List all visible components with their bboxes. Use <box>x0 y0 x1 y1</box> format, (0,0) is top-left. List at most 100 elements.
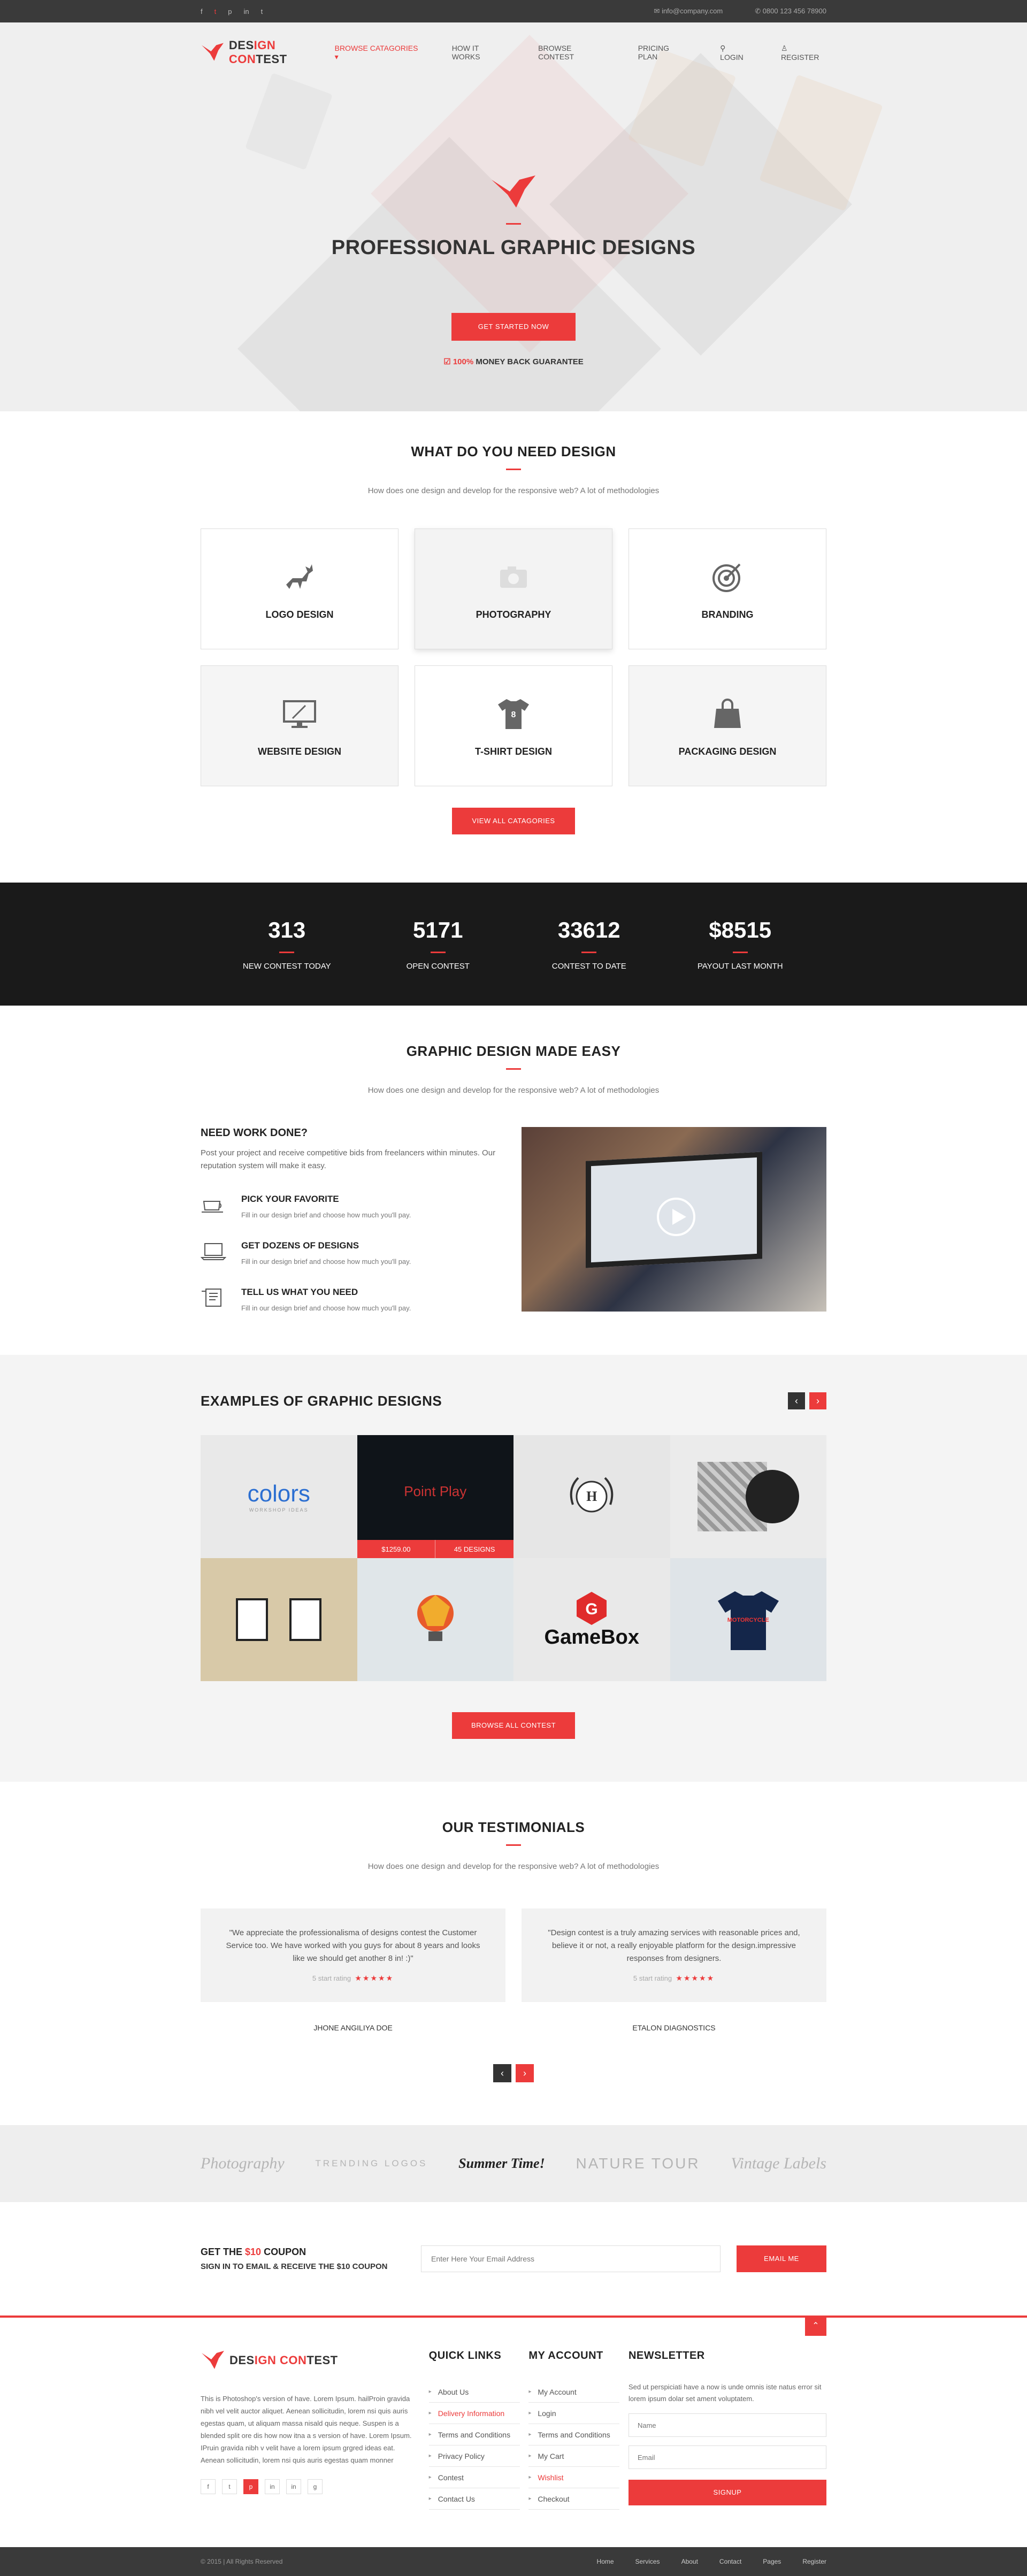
footer-link[interactable]: About Us <box>428 2381 520 2403</box>
example-info-bar: $1259.00 45 DESIGNS <box>357 1540 514 1558</box>
category-tshirt-design[interactable]: 8 T-SHIRT DESIGN <box>415 665 612 786</box>
footer-link[interactable]: Login <box>528 2403 620 2424</box>
newsletter-email-input[interactable] <box>628 2445 826 2469</box>
category-label: PACKAGING DESIGN <box>678 746 777 757</box>
pinterest-icon[interactable]: p <box>228 7 232 16</box>
site-logo[interactable]: DESIGN CONTEST <box>201 39 335 66</box>
bottom-link[interactable]: About <box>681 2558 698 2565</box>
testimonial-quote: "We appreciate the professionalisma of d… <box>226 1928 480 1963</box>
hero-divider <box>506 223 521 225</box>
example-colors[interactable]: colors WORKSHOP IDEAS <box>201 1435 357 1558</box>
twitter-icon[interactable]: t <box>222 2479 237 2494</box>
twitter-icon[interactable]: t <box>214 7 217 16</box>
example-title: MOTORCYCLE <box>727 1617 769 1623</box>
next-arrow-icon[interactable]: › <box>516 2064 534 2082</box>
footer-link[interactable]: Privacy Policy <box>428 2445 520 2467</box>
pinterest-icon[interactable]: p <box>243 2479 258 2494</box>
next-arrow-icon[interactable]: › <box>809 1392 826 1409</box>
hero-section: DESIGN CONTEST BROWSE CATAGORIES ▾ HOW I… <box>0 22 1027 411</box>
example-tshirt[interactable]: MOTORCYCLE <box>670 1558 826 1681</box>
top-bar: f t p in t ✉ info@company.com ✆ 0800 123… <box>0 0 1027 22</box>
partner-logo[interactable]: Summer Time! <box>458 2156 545 2172</box>
newsletter-name-input[interactable] <box>628 2413 826 2437</box>
example-designs-count: 45 DESIGNS <box>435 1540 514 1558</box>
footer-link[interactable]: Terms and Conditions <box>528 2424 620 2445</box>
coupon-section: GET THE $10 COUPON SIGN IN TO EMAIL & RE… <box>0 2202 1027 2316</box>
footer-link[interactable]: Terms and Conditions <box>428 2424 520 2445</box>
prev-arrow-icon[interactable]: ‹ <box>788 1392 805 1409</box>
example-vinyl[interactable] <box>670 1435 826 1558</box>
category-packaging-design[interactable]: PACKAGING DESIGN <box>629 665 826 786</box>
coupon-email-input[interactable] <box>421 2245 721 2272</box>
category-website-design[interactable]: WEBSITE DESIGN <box>201 665 398 786</box>
partner-logo[interactable]: TRENDING LOGOS <box>315 2158 427 2169</box>
partner-logo[interactable]: Photography <box>201 2155 285 2173</box>
testimonials-title: OUR TESTIMONIALS <box>442 1819 585 1835</box>
nav-browse-contest[interactable]: BROWSE CONTEST <box>538 44 607 62</box>
top-email-text[interactable]: info@company.com <box>662 7 723 15</box>
category-logo-design[interactable]: LOGO DESIGN <box>201 528 398 649</box>
tshirt-icon: 8 <box>498 699 529 729</box>
footer-link[interactable]: My Cart <box>528 2445 620 2467</box>
nav-login-label[interactable]: LOGIN <box>720 53 744 62</box>
stat-divider <box>430 952 446 953</box>
nav-register[interactable]: ♙ REGISTER <box>781 44 826 62</box>
bottom-link[interactable]: Contact <box>719 2558 741 2565</box>
bottom-link[interactable]: Services <box>635 2558 660 2565</box>
brand-part-a: DES <box>228 39 254 52</box>
bottom-link[interactable]: Register <box>802 2558 826 2565</box>
nav-register-label[interactable]: REGISTER <box>781 53 819 62</box>
nav-how-it-works[interactable]: HOW IT WORKS <box>452 44 507 62</box>
nav-pricing-plan[interactable]: PRICING PLAN <box>638 44 689 62</box>
bottom-link[interactable]: Home <box>597 2558 614 2565</box>
nav-login[interactable]: ⚲ LOGIN <box>720 44 750 62</box>
bottom-link[interactable]: Pages <box>763 2558 781 2565</box>
signup-button[interactable]: SIGNUP <box>628 2480 826 2505</box>
browse-all-contest-button[interactable]: BROWSE ALL CONTEST <box>452 1712 575 1739</box>
testimonial-quote: "Design contest is a truly amazing servi… <box>548 1928 800 1963</box>
category-branding[interactable]: BRANDING <box>629 528 826 649</box>
stat-label: NEW CONTEST TODAY <box>242 962 331 971</box>
example-point-play[interactable]: Point Play $1259.00 45 DESIGNS <box>357 1435 514 1558</box>
scroll-top-icon[interactable]: ⌃ <box>805 2316 826 2336</box>
category-label: LOGO DESIGN <box>265 609 334 620</box>
view-all-categories-button[interactable]: VIEW ALL CATAGORIES <box>452 808 575 834</box>
facebook-icon[interactable]: f <box>201 2479 216 2494</box>
google-plus-icon[interactable]: g <box>308 2479 323 2494</box>
prev-arrow-icon[interactable]: ‹ <box>493 2064 511 2082</box>
example-cups[interactable] <box>201 1558 357 1681</box>
example-gamebox[interactable]: G GameBox <box>514 1558 670 1681</box>
partner-logo[interactable]: Vintage Labels <box>731 2155 826 2173</box>
tumblr-icon[interactable]: t <box>261 7 263 16</box>
newsletter-title: NEWSLETTER <box>628 2350 705 2362</box>
camera-icon <box>500 566 527 588</box>
footer-link[interactable]: Contest <box>428 2467 520 2488</box>
design-made-easy-section: GRAPHIC DESIGN MADE EASY How does one de… <box>0 1006 1027 1355</box>
stat-number: 313 <box>268 917 306 942</box>
footer-link[interactable]: Contact Us <box>428 2488 520 2510</box>
footer-link[interactable]: Wishlist <box>528 2467 620 2488</box>
linkedin-icon[interactable]: in <box>243 7 249 16</box>
get-started-button[interactable]: GET STARTED NOW <box>451 313 576 341</box>
example-bulb[interactable] <box>357 1558 514 1681</box>
play-icon[interactable] <box>657 1198 695 1236</box>
linkedin-icon[interactable]: in <box>265 2479 280 2494</box>
instagram-icon[interactable]: in <box>286 2479 301 2494</box>
category-photography[interactable]: PHOTOGRAPHY <box>415 528 612 649</box>
partner-logo[interactable]: NATURE TOUR <box>576 2155 700 2172</box>
hero-bird-icon <box>492 175 535 208</box>
video-thumbnail[interactable] <box>522 1127 826 1312</box>
stat-label: CONTEST TO DATE <box>551 962 626 971</box>
email-me-button[interactable]: EMAIL ME <box>737 2245 826 2272</box>
footer-logo[interactable]: DESIGN CONTEST <box>201 2350 420 2371</box>
footer-link[interactable]: My Account <box>528 2381 620 2403</box>
example-crest[interactable]: H <box>514 1435 670 1558</box>
facebook-icon[interactable]: f <box>201 7 203 16</box>
top-email[interactable]: ✉ info@company.com <box>654 7 723 16</box>
nav-browse-categories[interactable]: BROWSE CATAGORIES ▾ <box>335 44 421 62</box>
guarantee-percent: 100% <box>453 357 474 366</box>
footer-link[interactable]: Checkout <box>528 2488 620 2510</box>
star-rating-icon: ★★★★★ <box>355 1974 394 1982</box>
testimonial-card: "Design contest is a truly amazing servi… <box>522 1908 826 2032</box>
footer-link[interactable]: Delivery Information <box>428 2403 520 2424</box>
